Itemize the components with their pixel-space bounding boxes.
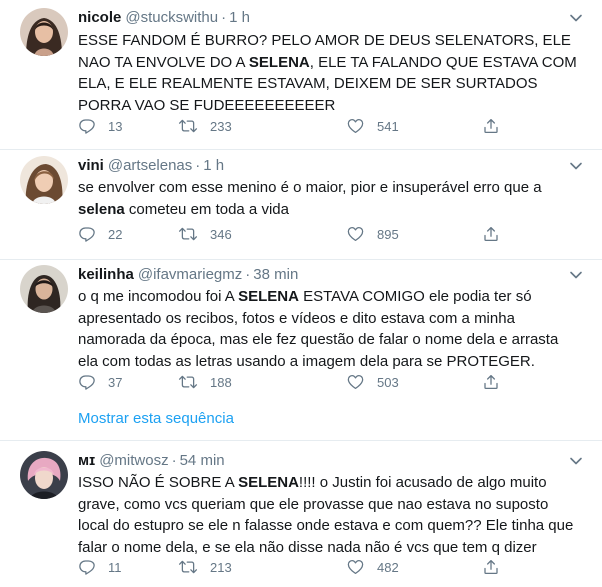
like-button[interactable]: 895 [346,223,399,245]
caret-down-icon[interactable] [568,453,584,469]
reply-icon [79,560,95,575]
reply-count: 37 [108,374,123,390]
timestamp[interactable]: 54 min [180,452,225,469]
tweet-header: ᴍɪ @mitwosz · 54 min [78,451,562,471]
reply-button[interactable]: 11 [78,556,122,578]
highlighted-term: SELENA [248,53,310,71]
retweet-button[interactable]: 213 [178,556,232,578]
reply-icon [79,119,95,134]
share-icon [484,118,498,134]
separator-dot: · [195,157,201,174]
like-button[interactable]: 482 [346,556,399,578]
avatar[interactable] [20,8,68,56]
text-part: se envolver com esse menino é o maior, p… [78,179,542,196]
like-icon [347,226,364,242]
user-handle[interactable]: @mitwosz [99,452,168,469]
avatar[interactable] [20,156,68,204]
reply-count: 22 [108,226,123,242]
tweet-actions: 37 188 503 [78,371,518,393]
share-icon [484,226,498,242]
like-count: 482 [377,559,399,575]
timestamp[interactable]: 38 min [253,266,298,283]
reply-button[interactable]: 22 [78,223,122,245]
retweet-count: 188 [210,374,232,390]
tweet[interactable]: nicole @stuckswithu · 1 h ESSE FANDOM É BUR… [0,0,602,150]
reply-icon [79,375,95,390]
tweet-text: o q me incomodou foi A SELENA ESTAVA COM… [78,286,582,372]
tweet[interactable]: ᴍɪ @mitwosz · 54 min ISSO NÃO É SOBRE A SEL… [0,441,602,587]
caret-down-icon[interactable] [568,10,584,26]
share-button[interactable] [482,115,512,137]
share-icon [484,374,498,390]
reply-icon [79,227,95,242]
separator-dot: · [171,452,177,469]
text-part: o q me incomodou foi A [78,288,239,305]
tweet-text: ESSE FANDOM É BURRO? PELO AMOR DE DEUS S… [78,30,582,116]
retweet-icon [178,560,198,574]
user-handle[interactable]: @ifavmariegmz [138,266,242,283]
display-name[interactable]: vini [78,157,104,174]
text-part: cometeu em toda a vida [124,200,289,218]
reply-count: 13 [108,118,123,134]
caret-down-icon[interactable] [568,158,584,174]
tweet-actions: 22 346 895 [78,223,518,245]
tweet-header: vini @artselenas · 1 h [78,156,562,176]
highlighted-term: selena [78,200,125,218]
like-icon [347,118,364,134]
retweet-button[interactable]: 346 [178,223,232,245]
text-part: ISSO NÃO É SOBRE A [78,474,239,491]
display-name[interactable]: keilinha [78,266,134,283]
tweet[interactable]: vini @artselenas · 1 h se envolver com esse… [0,150,602,260]
retweet-icon [178,227,198,241]
user-handle[interactable]: @stuckswithu [125,9,218,26]
separator-dot: · [221,9,227,26]
retweet-icon [178,119,198,133]
like-icon [347,374,364,390]
retweet-count: 233 [210,118,232,134]
reply-button[interactable]: 37 [78,371,122,393]
share-button[interactable] [482,556,512,578]
user-handle[interactable]: @artselenas [108,157,192,174]
highlighted-term: SELENA [238,288,299,305]
show-thread-link[interactable]: Mostrar esta sequência [78,410,234,427]
tweet-actions: 13 233 541 [78,115,518,137]
tweet-text: ISSO NÃO É SOBRE A SELENA!!!! o Justin f… [78,472,582,558]
display-name[interactable]: nicole [78,9,121,26]
reply-count: 11 [108,559,122,575]
avatar[interactable] [20,451,68,499]
retweet-button[interactable]: 233 [178,115,232,137]
like-icon [347,559,364,575]
share-button[interactable] [482,371,512,393]
retweet-count: 213 [210,559,232,575]
tweet-text: se envolver com esse menino é o maior, p… [78,177,582,220]
like-count: 541 [377,118,399,134]
like-count: 895 [377,226,399,242]
reply-button[interactable]: 13 [78,115,122,137]
caret-down-icon[interactable] [568,267,584,283]
retweet-icon [178,375,198,389]
display-name[interactable]: ᴍɪ [78,452,95,469]
timestamp[interactable]: 1 h [203,157,224,174]
highlighted-term: SELENA [238,474,299,491]
share-button[interactable] [482,223,512,245]
tweet-header: nicole @stuckswithu · 1 h [78,8,562,28]
tweet-actions: 11 213 482 [78,556,518,578]
share-icon [484,559,498,575]
timestamp[interactable]: 1 h [229,9,250,26]
tweet-header: keilinha @ifavmariegmz · 38 min [78,265,562,285]
like-count: 503 [377,374,399,390]
like-button[interactable]: 541 [346,115,399,137]
retweet-count: 346 [210,226,232,242]
avatar[interactable] [20,265,68,313]
like-button[interactable]: 503 [346,371,399,393]
retweet-button[interactable]: 188 [178,371,232,393]
separator-dot: · [245,266,251,283]
timeline: nicole @stuckswithu · 1 h ESSE FANDOM É BUR… [0,0,602,587]
